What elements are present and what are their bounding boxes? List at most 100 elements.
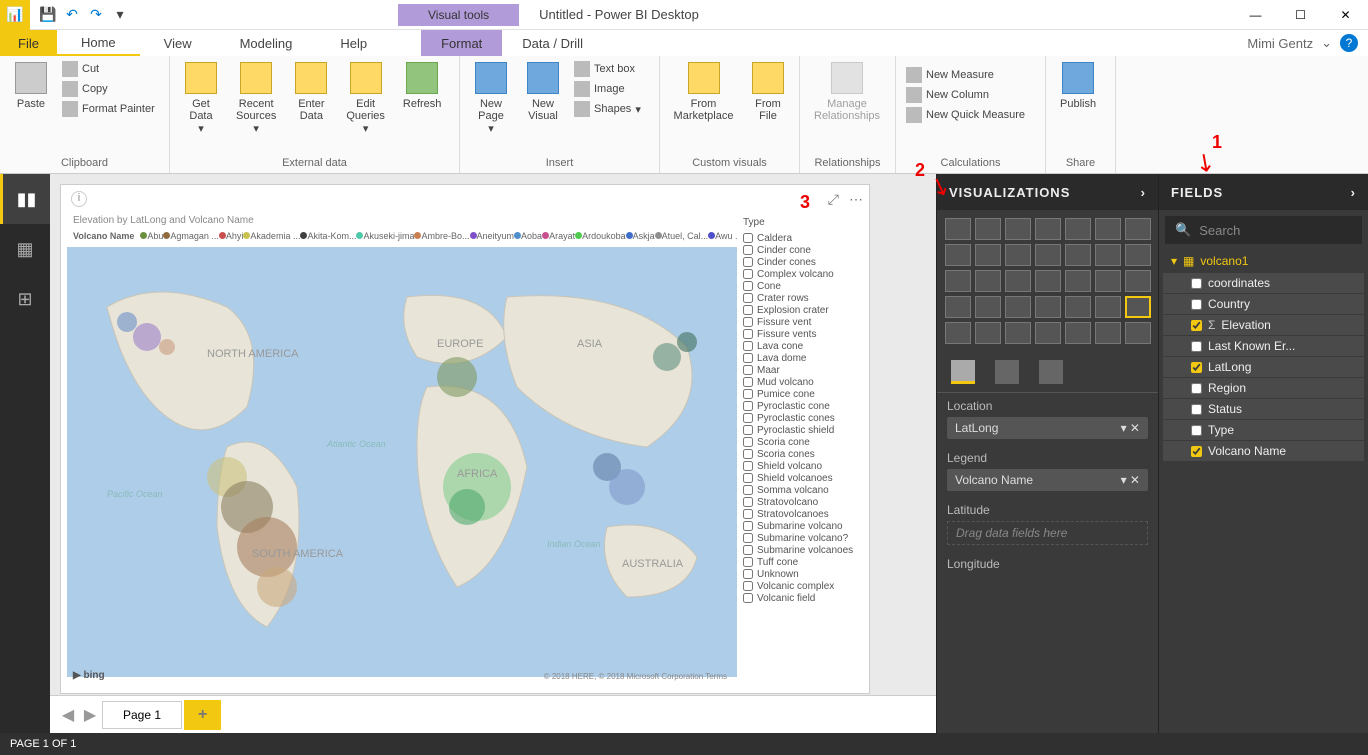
format-tab-icon[interactable]	[995, 360, 1019, 384]
filter-checkbox[interactable]	[743, 341, 753, 351]
filter-checkbox[interactable]	[743, 593, 753, 603]
viz-type-icon[interactable]	[1005, 270, 1031, 292]
filter-item[interactable]: Pyroclastic cones	[743, 412, 863, 424]
viz-type-icon[interactable]	[975, 244, 1001, 266]
format-context-tab[interactable]: Format	[421, 30, 502, 56]
from-file-button[interactable]: From File	[743, 58, 793, 155]
filter-item[interactable]: Somma volcano	[743, 484, 863, 496]
filter-item[interactable]: Submarine volcano	[743, 520, 863, 532]
viz-type-icon[interactable]	[1035, 244, 1061, 266]
filter-checkbox[interactable]	[743, 365, 753, 375]
viz-type-icon[interactable]	[945, 322, 971, 344]
filter-checkbox[interactable]	[743, 461, 753, 471]
enter-data-button[interactable]: Enter Data	[286, 58, 336, 155]
filter-checkbox[interactable]	[743, 329, 753, 339]
location-field[interactable]: LatLong▾ ✕	[947, 417, 1148, 439]
filter-item[interactable]: Fissure vents	[743, 328, 863, 340]
filter-checkbox[interactable]	[743, 545, 753, 555]
filter-item[interactable]: Shield volcano	[743, 460, 863, 472]
filter-checkbox[interactable]	[743, 353, 753, 363]
viz-type-icon[interactable]	[1125, 270, 1151, 292]
viz-type-icon[interactable]	[1005, 322, 1031, 344]
filter-checkbox[interactable]	[743, 473, 753, 483]
legend-item[interactable]: Askja	[633, 231, 655, 241]
filter-item[interactable]: Lava cone	[743, 340, 863, 352]
filter-item[interactable]: Submarine volcanoes	[743, 544, 863, 556]
fields-header[interactable]: FIELDS›	[1159, 174, 1368, 210]
filter-item[interactable]: Stratovolcanoes	[743, 508, 863, 520]
filter-item[interactable]: Cinder cones	[743, 256, 863, 268]
viz-type-icon[interactable]	[1035, 270, 1061, 292]
viz-type-icon[interactable]	[1095, 218, 1121, 240]
filter-item[interactable]: Lava dome	[743, 352, 863, 364]
maximize-button[interactable]: ☐	[1278, 0, 1323, 30]
image-button[interactable]: Image	[570, 80, 645, 98]
format-painter-button[interactable]: Format Painter	[58, 100, 159, 118]
legend-item[interactable]: Ardoukoba	[582, 231, 626, 241]
legend-item[interactable]: Akademia ...	[250, 231, 300, 241]
add-page-button[interactable]: +	[184, 700, 221, 730]
filter-checkbox[interactable]	[743, 389, 753, 399]
filter-checkbox[interactable]	[743, 449, 753, 459]
field-item[interactable]: Type	[1163, 420, 1364, 440]
fields-search[interactable]: 🔍 Search	[1165, 216, 1362, 244]
chevron-right-icon[interactable]: ›	[1351, 185, 1356, 200]
viz-type-icon[interactable]	[945, 218, 971, 240]
new-visual-button[interactable]: New Visual	[518, 58, 568, 155]
page-next-icon[interactable]: ▶	[80, 705, 100, 725]
viz-type-icon[interactable]	[1035, 322, 1061, 344]
filter-item[interactable]: Caldera	[743, 232, 863, 244]
refresh-button[interactable]: Refresh	[395, 58, 450, 155]
legend-item[interactable]: Ahyi	[226, 231, 244, 241]
field-item[interactable]: ΣElevation	[1163, 315, 1364, 335]
filter-checkbox[interactable]	[743, 281, 753, 291]
table-volcano1[interactable]: ▾ ▦ volcano1	[1159, 250, 1368, 272]
undo-button[interactable]: ↶	[62, 5, 82, 25]
viz-type-icon[interactable]	[945, 244, 971, 266]
field-item[interactable]: Region	[1163, 378, 1364, 398]
filter-checkbox[interactable]	[743, 485, 753, 495]
help-icon[interactable]: ?	[1340, 34, 1358, 52]
field-checkbox[interactable]	[1191, 341, 1202, 352]
viz-type-icon[interactable]	[945, 296, 971, 318]
filter-checkbox[interactable]	[743, 293, 753, 303]
report-canvas[interactable]: ⤢ ⋯ i Elevation by LatLong and Volcano N…	[50, 174, 936, 733]
filter-item[interactable]: Volcanic complex	[743, 580, 863, 592]
legend-item[interactable]: Aneityum	[477, 231, 515, 241]
cut-button[interactable]: Cut	[58, 60, 159, 78]
viz-type-icon[interactable]	[1005, 244, 1031, 266]
viz-type-icon[interactable]	[1005, 218, 1031, 240]
filter-item[interactable]: Cinder cone	[743, 244, 863, 256]
field-checkbox[interactable]	[1191, 299, 1202, 310]
filter-checkbox[interactable]	[743, 533, 753, 543]
filter-item[interactable]: Mud volcano	[743, 376, 863, 388]
viz-type-icon[interactable]	[1125, 322, 1151, 344]
legend-item[interactable]: Akuseki-jima	[363, 231, 414, 241]
viz-type-icon[interactable]	[1095, 270, 1121, 292]
world-map[interactable]: NORTH AMERICA SOUTH AMERICA EUROPE AFRIC…	[67, 247, 737, 677]
filter-checkbox[interactable]	[743, 557, 753, 567]
viz-type-icon[interactable]	[1065, 296, 1091, 318]
field-checkbox[interactable]	[1191, 320, 1202, 331]
publish-button[interactable]: Publish	[1052, 58, 1104, 155]
file-tab[interactable]: File	[0, 30, 57, 56]
viz-type-icon[interactable]	[1065, 244, 1091, 266]
viz-type-icon[interactable]	[1005, 296, 1031, 318]
filter-checkbox[interactable]	[743, 377, 753, 387]
new-measure-button[interactable]: New Measure	[902, 66, 1029, 84]
redo-button[interactable]: ↷	[86, 5, 106, 25]
viz-type-icon[interactable]	[975, 218, 1001, 240]
datadrill-context-tab[interactable]: Data / Drill	[502, 30, 603, 56]
viz-type-icon[interactable]	[975, 270, 1001, 292]
save-button[interactable]: 💾	[38, 5, 58, 25]
filter-item[interactable]: Scoria cone	[743, 436, 863, 448]
field-item[interactable]: Country	[1163, 294, 1364, 314]
viz-type-icon[interactable]	[1125, 218, 1151, 240]
visualizations-header[interactable]: VISUALIZATIONS›	[937, 174, 1158, 210]
field-item[interactable]: LatLong	[1163, 357, 1364, 377]
new-quick-measure-button[interactable]: New Quick Measure	[902, 106, 1029, 124]
filter-item[interactable]: Scoria cones	[743, 448, 863, 460]
field-item[interactable]: Last Known Er...	[1163, 336, 1364, 356]
viz-type-icon[interactable]	[975, 296, 1001, 318]
legend-item[interactable]: Abu	[147, 231, 163, 241]
